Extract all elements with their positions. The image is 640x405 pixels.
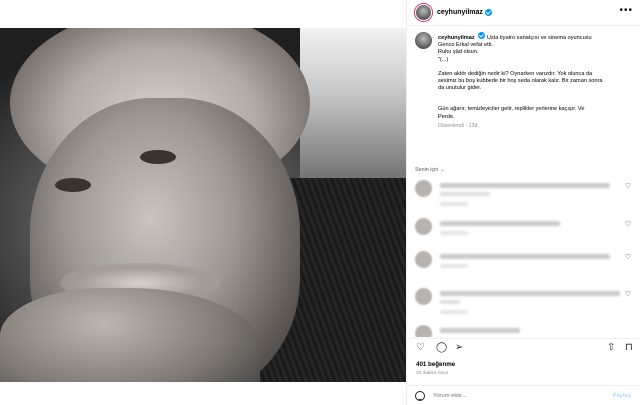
comment-item: ♡: [415, 218, 640, 252]
verified-badge-icon: [478, 32, 486, 39]
comment-text: [440, 254, 610, 259]
comment-icon[interactable]: ◯: [436, 343, 447, 353]
photo-eye-right: [140, 150, 176, 164]
caption: ceyhunyilmaz Usta tiyatro sanatçısı ve s…: [415, 32, 633, 130]
post-actions-bar: ♡ ◯ ➢ ⇧ ⊓: [407, 338, 640, 356]
caption-avatar[interactable]: [415, 32, 432, 49]
bookmark-icon[interactable]: ⊓: [625, 343, 633, 353]
comment-avatar[interactable]: [415, 325, 432, 337]
caption-p2-line-3: da unutulur gider.: [438, 85, 482, 92]
comment-text: [440, 300, 460, 304]
emoji-icon[interactable]: [415, 390, 425, 401]
heart-icon[interactable]: ♡: [625, 290, 631, 298]
comment-text: [440, 291, 620, 296]
verified-badge-icon: [484, 9, 492, 16]
caption-line-4: "(...): [438, 56, 449, 63]
caption-p2-line-2: sesimiz bu boş kubbede bir hoş seda olar…: [438, 78, 603, 85]
username[interactable]: ceyhunyilmaz: [437, 9, 483, 16]
caption-line-2: Genco Erkal vefat etti.: [438, 42, 494, 49]
chevron-down-icon: ⌄: [440, 167, 445, 173]
comment-item: ♡: [415, 180, 640, 214]
caption-line-1: Usta tiyatro sanatçısı ve sinema oyuncus…: [486, 35, 592, 41]
photo-background: [300, 28, 406, 188]
comment-sort-dropdown[interactable]: Senin için ⌄: [415, 167, 445, 173]
comment-input[interactable]: [433, 392, 593, 399]
comment-text: [440, 221, 560, 226]
photo-eye-left: [55, 178, 91, 192]
comment-meta: [440, 202, 468, 206]
comment-avatar[interactable]: [415, 180, 432, 197]
comment-avatar[interactable]: [415, 218, 432, 235]
comment-meta: [440, 264, 468, 268]
post-header: ceyhunyilmaz •••: [407, 0, 640, 26]
caption-username[interactable]: ceyhunyilmaz: [438, 35, 475, 41]
comment-text: [440, 192, 490, 196]
instagram-post-view: ceyhunyilmaz ••• ceyhunyilmaz Usta tiyat…: [0, 0, 640, 405]
comment-avatar[interactable]: [415, 251, 432, 268]
comment-sort-label: Senin için: [415, 167, 439, 173]
caption-p3-line-2: Perde.: [438, 113, 455, 120]
post-side-panel: ceyhunyilmaz ••• ceyhunyilmaz Usta tiyat…: [406, 0, 640, 405]
avatar[interactable]: [415, 4, 432, 21]
post-comment-button[interactable]: Paylaş: [613, 393, 631, 399]
heart-icon[interactable]: ♡: [625, 182, 631, 190]
heart-icon[interactable]: ♡: [625, 253, 631, 261]
comment-meta: [440, 231, 468, 235]
edited-timestamp: Düzenlendi · 12d: [438, 122, 478, 129]
share-upload-icon[interactable]: ⇧: [607, 343, 615, 353]
caption-line-3: Ruhu şâd olsun.: [438, 49, 479, 56]
comment-item: ♡: [415, 288, 640, 322]
caption-p3-line-1: Gün ağarır, temizleyiciler gelir, replik…: [438, 106, 585, 113]
more-horizontal-icon[interactable]: •••: [619, 6, 633, 16]
comment-text: [440, 183, 610, 188]
comment-item: ♡: [415, 251, 640, 285]
comment-meta: [440, 310, 468, 314]
heart-icon[interactable]: ♡: [625, 220, 631, 228]
caption-p2-line-1: Zaten aktör dediğin nedir ki? Oynarken v…: [438, 70, 593, 77]
heart-icon[interactable]: ♡: [416, 343, 425, 353]
comment-avatar[interactable]: [415, 288, 432, 305]
comment-item: [415, 325, 640, 337]
comment-text: [440, 328, 520, 333]
share-icon[interactable]: ➢: [455, 343, 463, 353]
post-photo[interactable]: [0, 28, 406, 382]
like-count[interactable]: 401 beğenme: [416, 361, 455, 368]
add-comment-bar: Paylaş: [407, 385, 640, 405]
post-time-ago: 20 dakika önce: [416, 371, 449, 376]
